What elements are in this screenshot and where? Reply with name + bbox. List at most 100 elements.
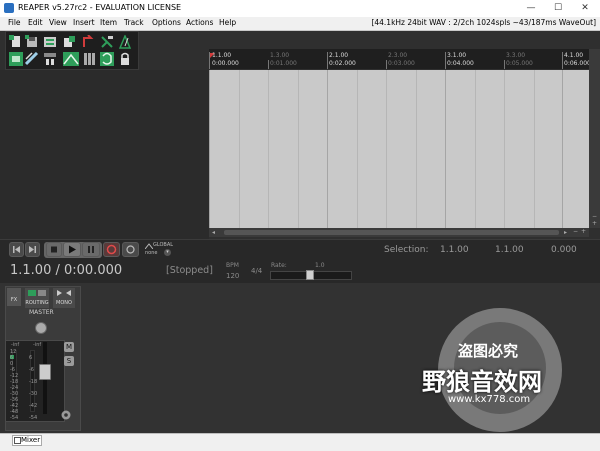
zoom-in-vertical-icon[interactable]: + xyxy=(592,220,597,227)
repeat-button[interactable] xyxy=(122,242,139,257)
item-grouping-icon[interactable] xyxy=(43,52,57,66)
maximize-button[interactable]: ☐ xyxy=(545,1,571,15)
audio-device-status[interactable]: [44.1kHz 24bit WAV : 2/2ch 1024spls ~43/… xyxy=(371,18,596,27)
save-project-icon[interactable] xyxy=(25,35,39,49)
meter-scale-label: 6 xyxy=(29,355,33,361)
master-mono-toggle-icon[interactable] xyxy=(53,288,75,298)
meter-scale-label: -30 xyxy=(29,391,38,397)
docker-tab-close-icon[interactable] xyxy=(14,437,21,444)
global-automation-icon[interactable] xyxy=(144,242,154,250)
bpm-label: BPM xyxy=(226,262,239,269)
zoom-out-vertical-icon[interactable]: − xyxy=(592,213,597,220)
ruler-tick xyxy=(327,52,328,69)
left-peak-readout[interactable]: -inf xyxy=(11,342,19,348)
scroll-left-arrow-icon[interactable]: ◂ xyxy=(212,229,215,236)
grid-line xyxy=(327,70,328,228)
grid-line xyxy=(562,70,563,228)
menu-item[interactable]: Item xyxy=(100,18,117,27)
bpm-value[interactable]: 120 xyxy=(226,272,239,280)
selection-start[interactable]: 1.1.00 xyxy=(440,245,469,255)
ripple-edit-icon[interactable] xyxy=(25,52,39,66)
title-bar: REAPER v5.27rc2 - EVALUATION LICENSE — ☐… xyxy=(0,0,600,18)
menu-actions[interactable]: Actions xyxy=(186,18,213,27)
ruler-tick xyxy=(209,52,210,69)
master-pan-knob[interactable] xyxy=(35,322,47,334)
arrange-view[interactable] xyxy=(209,70,589,228)
lock-icon[interactable] xyxy=(100,52,114,66)
master-mono-button[interactable]: MONO xyxy=(53,298,75,308)
reaper-app-icon xyxy=(4,3,14,13)
rate-label: Rate: xyxy=(271,262,287,269)
master-volume-fader[interactable] xyxy=(39,364,51,380)
automation-mode-value[interactable]: none xyxy=(145,250,157,256)
stop-button[interactable] xyxy=(46,242,62,257)
playrate-slider-thumb[interactable] xyxy=(306,270,314,280)
ruler-bar-label: 3.3.00 xyxy=(506,52,526,59)
master-fx-button[interactable]: FX xyxy=(7,288,21,306)
project-settings-icon[interactable] xyxy=(43,35,57,49)
horizontal-scrollbar[interactable]: ◂ ▸ − + xyxy=(209,228,589,237)
ruler-time-label: 0:04.000 xyxy=(447,60,474,67)
menu-options[interactable]: Options xyxy=(152,18,181,27)
scroll-right-arrow-icon[interactable]: ▸ xyxy=(564,229,567,236)
menu-view[interactable]: View xyxy=(49,18,67,27)
horizontal-scroll-thumb[interactable] xyxy=(224,230,559,235)
zoom-in-horizontal-icon[interactable]: + xyxy=(581,228,586,235)
track-control-panel[interactable] xyxy=(0,70,209,239)
playrate-slider[interactable] xyxy=(270,270,352,280)
master-track-label: MASTER xyxy=(29,309,54,316)
position-display[interactable]: 1.1.00 / 0:00.000 xyxy=(10,263,122,278)
play-button[interactable] xyxy=(63,242,81,257)
ruler-time-label: 0:02.000 xyxy=(329,60,356,67)
menu-edit[interactable]: Edit xyxy=(28,18,43,27)
ruler-bar-label: 2.3.00 xyxy=(388,52,408,59)
selection-label: Selection: xyxy=(384,245,429,255)
ruler-tick xyxy=(562,52,563,69)
envelope-lock-icon[interactable] xyxy=(83,52,97,66)
menu-track[interactable]: Track xyxy=(124,18,144,27)
master-solo-button[interactable]: S xyxy=(64,356,74,366)
grid-line xyxy=(357,70,358,228)
zoom-out-horizontal-icon[interactable]: − xyxy=(573,228,578,235)
snap-toggle-icon[interactable] xyxy=(9,52,23,66)
ruler-bar-label: 4.1.00 xyxy=(564,52,584,59)
selection-end[interactable]: 1.1.00 xyxy=(495,245,524,255)
menu-help[interactable]: Help xyxy=(219,18,236,27)
menu-insert[interactable]: Insert xyxy=(73,18,95,27)
menu-bar: File Edit View Insert Item Track Options… xyxy=(0,17,600,31)
watermark-line-1: 盗图必究 xyxy=(458,342,519,360)
master-mute-button[interactable]: M xyxy=(64,342,74,352)
automation-mode-dropdown-icon[interactable]: ▾ xyxy=(164,249,171,256)
record-button[interactable] xyxy=(103,242,120,257)
watermark-line-2: 野狼音效网 xyxy=(422,368,542,396)
go-to-start-button[interactable] xyxy=(9,242,24,257)
master-io-button[interactable] xyxy=(25,288,49,298)
vertical-scrollbar[interactable]: − + xyxy=(589,49,600,228)
selection-length[interactable]: 0.000 xyxy=(551,245,577,255)
lock-settings-icon[interactable] xyxy=(118,52,132,66)
timeline-ruler[interactable]: 1.1.00 0:00.000 1.3.00 0:01.000 2.1.00 0… xyxy=(209,49,591,69)
meter-scale-label: -18 xyxy=(29,379,38,385)
auto-crossfade-icon[interactable] xyxy=(63,52,79,66)
new-project-icon[interactable] xyxy=(9,35,23,49)
meter-scale-label: -42 xyxy=(29,403,38,409)
close-button[interactable]: ✕ xyxy=(572,1,598,15)
pause-button[interactable] xyxy=(82,242,100,257)
ruler-tick xyxy=(445,52,446,69)
menu-file[interactable]: File xyxy=(8,18,21,27)
minimize-button[interactable]: — xyxy=(518,1,544,15)
grid-toggle-icon[interactable] xyxy=(100,35,114,49)
grid-line xyxy=(298,70,299,228)
master-routing-button[interactable]: ROUTING xyxy=(25,298,49,308)
ruler-time-label: 0:01.000 xyxy=(270,60,297,67)
right-peak-readout[interactable]: -inf xyxy=(33,342,41,348)
go-to-end-button[interactable] xyxy=(25,242,40,257)
ruler-time-label: 0:00.000 xyxy=(212,60,239,67)
undo-icon[interactable] xyxy=(62,35,76,49)
time-signature-value[interactable]: 4/4 xyxy=(251,267,262,275)
redo-icon[interactable] xyxy=(81,35,95,49)
master-settings-gear-icon[interactable] xyxy=(60,409,72,421)
metronome-icon[interactable] xyxy=(118,35,132,49)
grid-line xyxy=(445,70,446,228)
grid-line xyxy=(268,70,269,228)
